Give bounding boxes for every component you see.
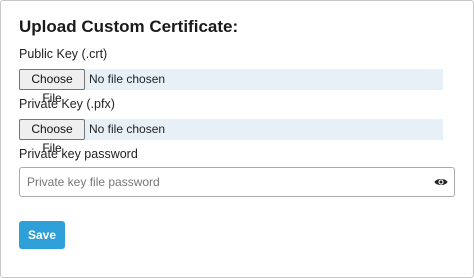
private-key-choose-file-button[interactable]: Choose File	[19, 119, 85, 155]
public-key-file-input: Choose File No file chosen	[19, 69, 443, 105]
public-key-choose-file-button[interactable]: Choose File	[19, 69, 85, 105]
private-key-password-input[interactable]	[27, 168, 427, 196]
page-title: Upload Custom Certificate:	[19, 17, 239, 36]
upload-certificate-panel: Upload Custom Certificate: Public Key (.…	[0, 0, 474, 278]
private-key-file-status: No file chosen	[89, 122, 166, 136]
save-button[interactable]: Save	[19, 221, 65, 249]
private-key-label: Private Key (.pfx)	[19, 97, 115, 111]
public-key-file-status: No file chosen	[89, 72, 166, 86]
private-key-password-label: Private key password	[19, 147, 138, 161]
private-key-password-field	[19, 167, 455, 197]
eye-icon[interactable]	[434, 175, 448, 189]
private-key-file-input: Choose File No file chosen	[19, 119, 443, 155]
public-key-label: Public Key (.crt)	[19, 47, 108, 61]
